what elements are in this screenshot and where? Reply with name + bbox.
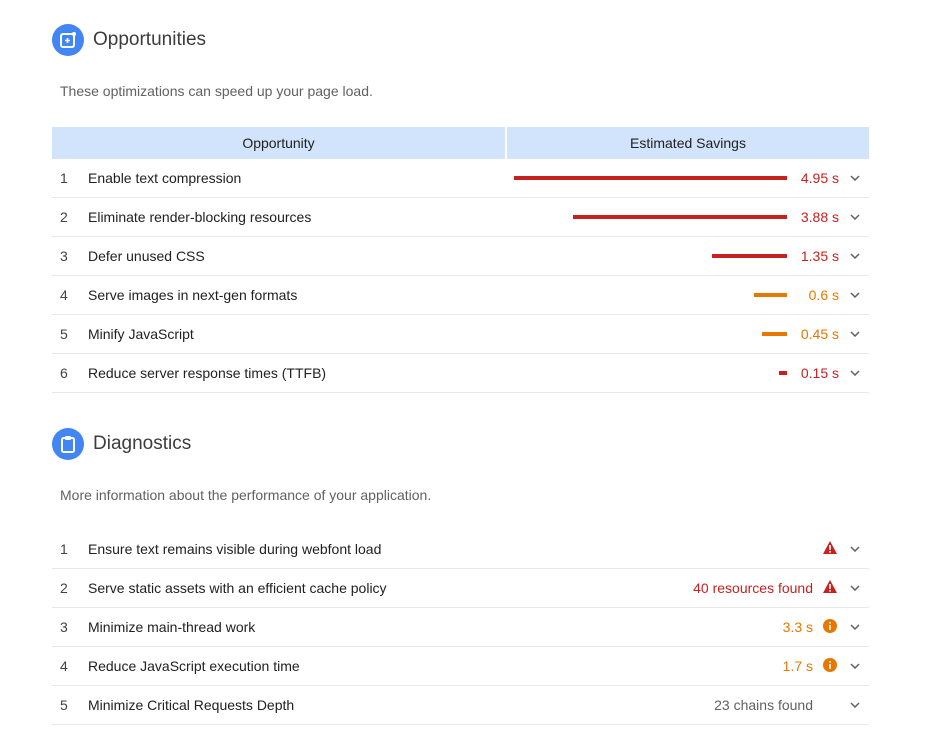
diagnostic-label: Reduce JavaScript execution time: [88, 658, 300, 674]
chevron-down-icon[interactable]: [849, 621, 861, 633]
section-title: Opportunities: [93, 29, 207, 50]
diagnostic-row[interactable]: 3 Minimize main-thread work 3.3 s: [52, 608, 869, 647]
row-number: 2: [60, 209, 68, 225]
section-description: More information about the performance o…: [60, 487, 432, 503]
chevron-down-icon[interactable]: [849, 543, 861, 555]
column-header-savings: Estimated Savings: [630, 135, 746, 151]
chevron-down-icon[interactable]: [849, 582, 861, 594]
row-number: 6: [60, 365, 68, 381]
row-number: 3: [60, 248, 68, 264]
diagnostic-row[interactable]: 2 Serve static assets with an efficient …: [52, 569, 869, 608]
section-description: These optimizations can speed up your pa…: [60, 83, 373, 99]
opportunity-label: Serve images in next-gen formats: [88, 287, 298, 303]
diagnostic-row[interactable]: 5 Minimize Critical Requests Depth 23 ch…: [52, 686, 869, 725]
savings-value: 0.45 s: [800, 326, 839, 342]
row-number: 4: [60, 287, 68, 303]
warning-icon: [823, 580, 837, 596]
chevron-down-icon[interactable]: [849, 660, 861, 672]
sparkle-box-icon: [52, 24, 84, 56]
diagnostic-label: Serve static assets with an efficient ca…: [88, 580, 387, 596]
opportunity-row[interactable]: 1 Enable text compression 4.95 s: [52, 159, 869, 198]
column-header-opportunity: Opportunity: [52, 127, 507, 159]
clipboard-icon: [52, 428, 84, 460]
diagnostic-label: Ensure text remains visible during webfo…: [88, 541, 382, 557]
diagnostic-value: 1.7 s: [782, 658, 813, 674]
diagnostic-value: 3.3 s: [782, 619, 813, 635]
warning-icon: [823, 541, 837, 557]
opportunities-header: Opportunities: [52, 24, 206, 56]
diagnostic-row[interactable]: 4 Reduce JavaScript execution time 1.7 s: [52, 647, 869, 686]
diagnostic-value: 40 resources found: [693, 580, 813, 596]
row-number: 1: [60, 170, 68, 186]
savings-value: 1.35 s: [800, 248, 839, 264]
row-number: 3: [60, 619, 68, 635]
table-header: Opportunity Estimated Savings: [52, 127, 869, 159]
opportunities-table: Opportunity Estimated Savings 1 Enable t…: [52, 127, 869, 393]
diagnostic-label: Minimize Critical Requests Depth: [88, 697, 295, 713]
opportunity-row[interactable]: 4 Serve images in next-gen formats 0.6 s: [52, 276, 869, 315]
info-icon: [823, 658, 837, 675]
opportunity-label: Defer unused CSS: [88, 248, 205, 264]
opportunity-row[interactable]: 6 Reduce server response times (TTFB) 0.…: [52, 354, 869, 393]
chevron-down-icon[interactable]: [849, 367, 861, 379]
opportunity-row[interactable]: 3 Defer unused CSS 1.35 s: [52, 237, 869, 276]
diagnostics-header: Diagnostics: [52, 428, 191, 460]
diagnostics-table: 1 Ensure text remains visible during web…: [52, 530, 869, 725]
savings-value: 3.88 s: [800, 209, 839, 225]
savings-bar: [762, 332, 787, 336]
row-number: 5: [60, 326, 68, 342]
savings-bar: [754, 293, 787, 297]
savings-value: 0.6 s: [808, 287, 839, 303]
row-number: 1: [60, 541, 68, 557]
chevron-down-icon[interactable]: [849, 328, 861, 340]
opportunity-label: Reduce server response times (TTFB): [88, 365, 327, 381]
savings-bar: [779, 371, 787, 375]
diagnostic-value: 23 chains found: [714, 697, 813, 713]
opportunity-label: Enable text compression: [88, 170, 242, 186]
diagnostic-row[interactable]: 1 Ensure text remains visible during web…: [52, 530, 869, 569]
savings-bar: [514, 176, 787, 180]
chevron-down-icon[interactable]: [849, 289, 861, 301]
section-title: Diagnostics: [93, 433, 192, 454]
row-number: 2: [60, 580, 68, 596]
opportunity-row[interactable]: 2 Eliminate render-blocking resources 3.…: [52, 198, 869, 237]
savings-value: 4.95 s: [800, 170, 839, 186]
opportunity-label: Minify JavaScript: [88, 326, 194, 342]
row-number: 5: [60, 697, 68, 713]
diagnostic-label: Minimize main-thread work: [88, 619, 256, 635]
savings-bar: [573, 215, 787, 219]
chevron-down-icon[interactable]: [849, 699, 861, 711]
chevron-down-icon[interactable]: [849, 250, 861, 262]
chevron-down-icon[interactable]: [849, 172, 861, 184]
savings-bar: [712, 254, 787, 258]
savings-value: 0.15 s: [800, 365, 839, 381]
opportunity-label: Eliminate render-blocking resources: [88, 209, 312, 225]
opportunity-row[interactable]: 5 Minify JavaScript 0.45 s: [52, 315, 869, 354]
info-icon: [823, 619, 837, 636]
chevron-down-icon[interactable]: [849, 211, 861, 223]
row-number: 4: [60, 658, 68, 674]
